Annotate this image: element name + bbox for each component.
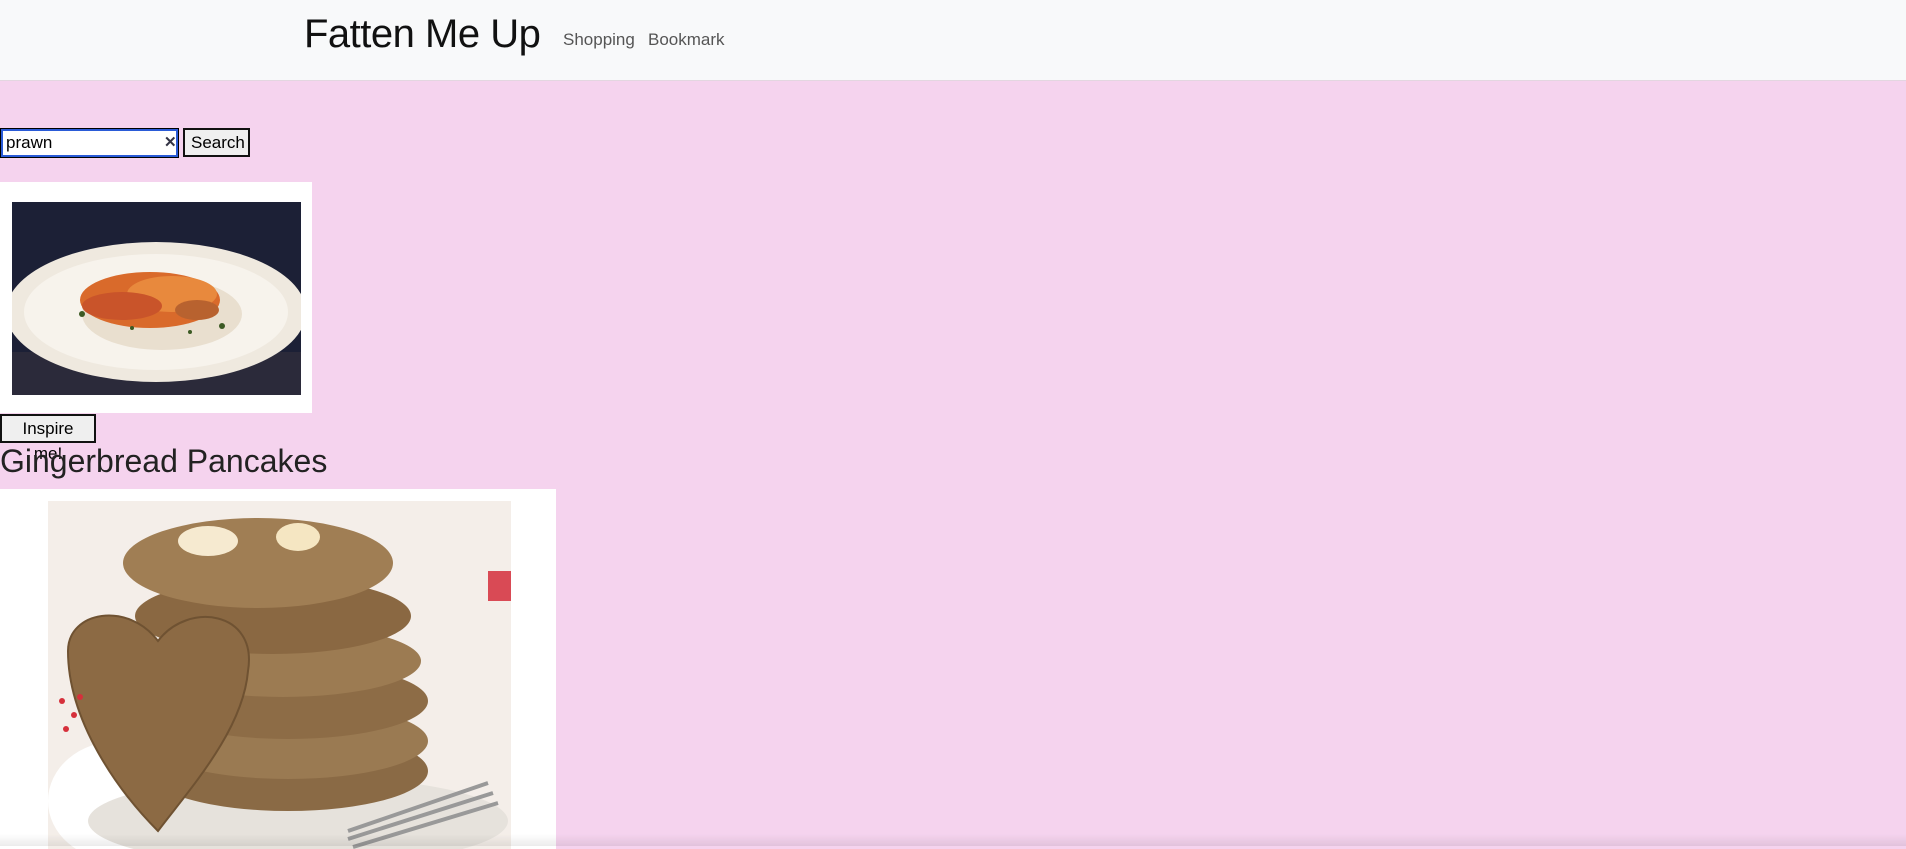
recipe-title: Gingerbread Pancakes [0, 443, 328, 479]
search-result-card[interactable] [0, 182, 312, 413]
search-result-image[interactable] [12, 202, 301, 395]
inspire-me-button[interactable]: Inspire me! [0, 414, 96, 463]
clear-search-icon[interactable]: ✕ [164, 134, 177, 152]
brand-link[interactable]: Fatten Me Up [304, 12, 541, 57]
recipe-image [48, 501, 511, 849]
search-input[interactable] [0, 128, 179, 158]
nav-link-shopping[interactable]: Shopping [563, 30, 635, 50]
search-button[interactable]: Search [183, 128, 250, 157]
navbar: Fatten Me Up Shopping Bookmark [0, 0, 1906, 81]
nav-link-bookmark[interactable]: Bookmark [648, 30, 725, 50]
bottom-shadow [0, 834, 1906, 846]
recipe-image-card [0, 489, 556, 849]
